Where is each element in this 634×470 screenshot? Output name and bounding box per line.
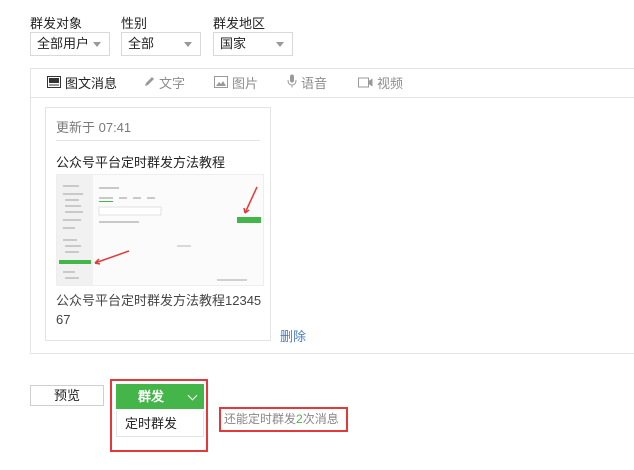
target-select[interactable]: 全部用户 — [30, 32, 110, 56]
tab-image[interactable]: 图片 — [214, 69, 258, 98]
region-select-value: 国家 — [220, 36, 247, 51]
quota-suffix: 次消息 — [302, 412, 339, 426]
send-highlight-box: 群发 定时群发 — [110, 379, 208, 452]
gender-filter-label: 性别 — [121, 16, 148, 31]
message-editor-panel: 图文消息 文字 图片 语音 视频 更新于 07:41 公众号平台定时群发方法教程… — [30, 68, 634, 354]
quota-count: 2 — [296, 412, 303, 426]
chevron-down-icon — [276, 42, 284, 47]
preview-button[interactable]: 预览 — [30, 385, 104, 406]
tab-image-text[interactable]: 图文消息 — [47, 69, 117, 98]
article-card[interactable]: 更新于 07:41 公众号平台定时群发方法教程 公众号平台定时群发方法教程123… — [45, 107, 271, 341]
article-cover-image — [56, 174, 264, 286]
article-description: 公众号平台定时群发方法教程1234567 — [56, 293, 262, 327]
send-button[interactable]: 群发 — [116, 384, 204, 409]
video-camera-icon — [358, 69, 373, 98]
pencil-icon — [143, 69, 155, 98]
article-title: 公众号平台定时群发方法教程 — [56, 155, 226, 170]
chevron-down-icon[interactable] — [187, 390, 198, 401]
tab-video[interactable]: 视频 — [358, 69, 403, 98]
gender-select[interactable]: 全部 — [121, 32, 201, 56]
tab-label: 图文消息 — [65, 76, 118, 91]
send-button-label: 群发 — [137, 389, 164, 404]
region-select[interactable]: 国家 — [213, 32, 293, 56]
target-filter-label: 群发对象 — [30, 16, 83, 31]
tab-text[interactable]: 文字 — [143, 69, 185, 98]
card-divider — [56, 140, 260, 141]
gender-select-value: 全部 — [128, 36, 155, 51]
quota-prefix: 还能定时群发 — [224, 412, 297, 426]
image-text-icon — [47, 69, 61, 98]
tab-label: 视频 — [377, 76, 404, 91]
delete-link[interactable]: 删除 — [280, 326, 306, 345]
microphone-icon — [287, 69, 297, 98]
chevron-down-icon — [93, 42, 101, 47]
picture-icon — [214, 69, 228, 98]
tab-label: 文字 — [159, 76, 186, 91]
tab-voice[interactable]: 语音 — [287, 69, 327, 98]
scheduled-send-menu-item[interactable]: 定时群发 — [116, 411, 204, 437]
tab-label: 语音 — [301, 76, 328, 91]
updated-time: 更新于 07:41 — [56, 120, 132, 135]
send-quota-notice: 还能定时群发2次消息 — [219, 407, 348, 432]
tab-label: 图片 — [232, 76, 259, 91]
region-filter-label: 群发地区 — [213, 16, 266, 31]
message-type-tabs: 图文消息 文字 图片 语音 视频 — [31, 69, 634, 98]
target-select-value: 全部用户 — [37, 36, 90, 51]
chevron-down-icon — [184, 42, 192, 47]
